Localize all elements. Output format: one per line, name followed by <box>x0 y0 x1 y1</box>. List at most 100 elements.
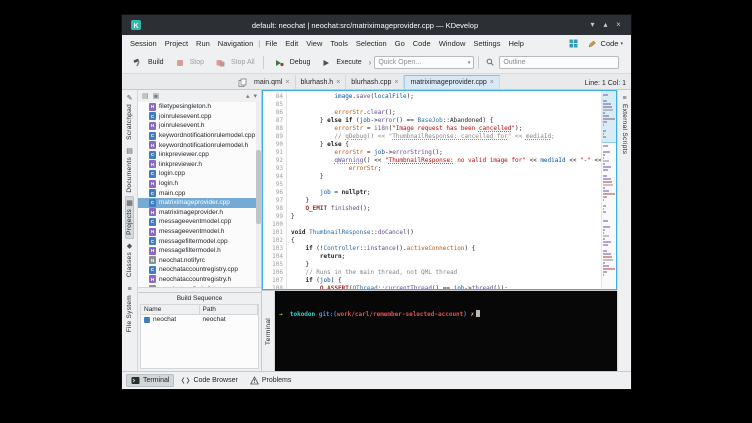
statusbar-problems-button[interactable]: Problems <box>245 374 297 387</box>
statusbar-terminal-button[interactable]: Terminal <box>126 374 175 387</box>
tree-item-linkpreviewer-h[interactable]: Hlinkpreviewer.h <box>138 160 261 170</box>
tab-matriximageprovider-cpp[interactable]: matriximageprovider.cpp × <box>404 75 500 89</box>
menu-project[interactable]: Project <box>161 38 192 49</box>
tree-item-label: neochatconfig.kcfg <box>159 286 213 287</box>
tree-item-login-cpp[interactable]: Clogin.cpp <box>138 169 261 179</box>
debug-button[interactable]: Debug <box>268 57 315 69</box>
document-switcher-icon[interactable] <box>236 78 249 89</box>
tree-item-keywordnotificationrulemodel-h[interactable]: Hkeywordnotificationrulemodel.h <box>138 140 261 150</box>
tree-item-keywordnotificationrulemodel-cpp[interactable]: Ckeywordnotificationrulemodel.cpp <box>138 131 261 141</box>
stop-button[interactable]: Stop <box>169 57 208 69</box>
quick-open-input[interactable]: Quick Open... ▾ <box>374 56 475 69</box>
outline-placeholder: Outline <box>503 59 526 66</box>
code-view[interactable]: image.save(localFile); errorStr.clear();… <box>287 91 601 289</box>
menu-go[interactable]: Go <box>391 38 409 49</box>
tab-main-qml[interactable]: main.qml × <box>249 75 296 89</box>
tree-item-filetypesingleton-h[interactable]: Hfiletypesingleton.h <box>138 102 261 112</box>
minimap-line <box>603 181 612 183</box>
projects-icon: ▦ <box>126 200 133 208</box>
tree-item-messageeventmodel-cpp[interactable]: Cmessageeventmodel.cpp <box>138 217 261 227</box>
terminal-view[interactable]: → tokodon git:(work/carl/remember-select… <box>275 291 617 371</box>
minimap-line <box>603 274 604 276</box>
code-line: errorStr = job->errorString(); <box>334 149 443 156</box>
maximize-button[interactable]: ▴ <box>599 20 612 30</box>
close-icon[interactable]: × <box>490 79 494 86</box>
line-number-gutter[interactable]: 84 85 86 87 88 89 90 91 92 93 94 95 96 97 98 99 100 101 10… <box>263 91 287 292</box>
collapse-all-icon[interactable]: ▴ <box>246 92 250 100</box>
code-line: } <box>291 261 310 268</box>
tree-item-matriximageprovider-h[interactable]: Hmatriximageprovider.h <box>138 208 261 218</box>
menu-code[interactable]: Code <box>409 38 435 49</box>
tab-blurhash-h[interactable]: blurhash.h × <box>296 75 347 89</box>
table-row[interactable]: neochat neochat <box>141 315 258 324</box>
close-button[interactable]: × <box>612 20 625 30</box>
dock-tab-classes[interactable]: ◆ Classes <box>125 239 134 281</box>
outline-input[interactable]: Outline <box>499 56 620 69</box>
menu-tools[interactable]: Tools <box>326 38 352 49</box>
stop-all-button[interactable]: Stop All <box>209 57 259 69</box>
tree-item-neochatconfig-kcfg[interactable]: Kneochatconfig.kcfg <box>138 284 261 287</box>
left-dock-strip: ✎ Scratchpad ▤ Documents ▦ Projects ◆ Classes ≡ F… <box>122 90 138 371</box>
dock-tab-file-system[interactable]: ≡ File System <box>125 282 134 336</box>
menu-help[interactable]: Help <box>504 38 527 49</box>
tab-blurhash-cpp[interactable]: blurhash.cpp × <box>346 75 405 89</box>
dock-tab-external-scripts[interactable]: ≡ External Scripts <box>620 91 629 158</box>
tree-item-neochat-notifyrc[interactable]: Nneochat.notifyrc <box>138 256 261 266</box>
tree-item-main-cpp[interactable]: Cmain.cpp <box>138 188 261 198</box>
build-sequence-title: Build Sequence <box>176 295 223 302</box>
statusbar-code-browser-button[interactable]: Code Browser <box>176 374 242 387</box>
menu-edit[interactable]: Edit <box>281 38 302 49</box>
execute-button[interactable]: Execute <box>315 57 365 69</box>
tree-item-neochataccountregistry-h[interactable]: Hneochataccountregistry.h <box>138 275 261 285</box>
dock-tab-label: Scratchpad <box>126 104 133 140</box>
menu-run[interactable]: Run <box>192 38 214 49</box>
dock-tab-label: Classes <box>126 252 133 278</box>
close-icon[interactable]: × <box>285 79 289 86</box>
tree-item-label: login.h <box>159 180 179 188</box>
tree-item-messagefiltermodel-h[interactable]: Hmessagefiltermodel.h <box>138 246 261 256</box>
close-icon[interactable]: × <box>336 79 340 86</box>
expand-all-icon[interactable]: ▾ <box>253 92 257 100</box>
tree-item-messagefiltermodel-cpp[interactable]: Cmessagefiltermodel.cpp <box>138 236 261 246</box>
line-number: 95 <box>275 181 283 188</box>
scrollbar-thumb[interactable] <box>256 150 261 225</box>
dock-tab-scratchpad[interactable]: ✎ Scratchpad <box>125 91 134 144</box>
show-targets-icon[interactable]: ▣ <box>153 92 160 100</box>
terminal-prompt-line: → tokodon git:(work/carl/remember-select… <box>279 310 613 319</box>
tree-item-joinrulesevent-cpp[interactable]: Cjoinrulesevent.cpp <box>138 112 261 122</box>
document-tabbar: main.qml × blurhash.h × blurhash.cpp × matrixi… <box>122 74 631 90</box>
titlebar[interactable]: K default: neochat | neochat:src/matrixi… <box>122 15 631 35</box>
minimap-line <box>603 244 608 246</box>
dock-tab-documents[interactable]: ▤ Documents <box>125 144 134 197</box>
tree-scrollbar[interactable] <box>256 102 261 287</box>
toolbar-overflow-chevron[interactable]: › <box>367 58 374 67</box>
terminal-tab-strip[interactable]: Terminal <box>262 291 275 371</box>
tree-item-login-h[interactable]: Hlogin.h <box>138 179 261 189</box>
build-button[interactable]: Build <box>126 56 168 69</box>
terminal-dirty: ✗ <box>470 311 475 318</box>
session-grid-icon[interactable] <box>566 39 581 48</box>
menu-file[interactable]: File <box>261 38 281 49</box>
close-icon[interactable]: × <box>394 79 398 86</box>
dock-tab-projects[interactable]: ▦ Projects <box>125 196 134 240</box>
tree-item-linkpreviewer-cpp[interactable]: Clinkpreviewer.cpp <box>138 150 261 160</box>
project-file-tree[interactable]: Hfiletypesingleton.h Cjoinrulesevent.cpp H… <box>138 102 261 287</box>
tree-item-joinrulesevent-h[interactable]: Hjoinrulesevent.h <box>138 121 261 131</box>
tree-item-messageeventmodel-h[interactable]: Hmessageeventmodel.h <box>138 227 261 237</box>
tree-item-neochataccountregistry-cpp[interactable]: Cneochataccountregistry.cpp <box>138 265 261 275</box>
menu-view[interactable]: View <box>302 38 326 49</box>
line-number: 103 <box>272 245 283 252</box>
code-line: } <box>291 173 324 180</box>
menu-selection[interactable]: Selection <box>352 38 391 49</box>
menu-session[interactable]: Session <box>126 38 161 49</box>
minimize-button[interactable]: ▾ <box>586 20 599 30</box>
minimap-line <box>603 178 611 180</box>
terminal-dir: tokodon <box>289 311 316 318</box>
tree-item-matriximageprovider-cpp[interactable]: Cmatriximageprovider.cpp <box>138 197 261 208</box>
menu-navigation[interactable]: Navigation <box>214 38 257 49</box>
minimap-scrollbar[interactable] <box>601 91 616 289</box>
area-switcher-button[interactable]: Code ▾ <box>581 38 627 49</box>
menu-settings[interactable]: Settings <box>469 38 504 49</box>
menu-window[interactable]: Window <box>435 38 470 49</box>
locate-document-icon[interactable]: ▤ <box>142 92 149 100</box>
